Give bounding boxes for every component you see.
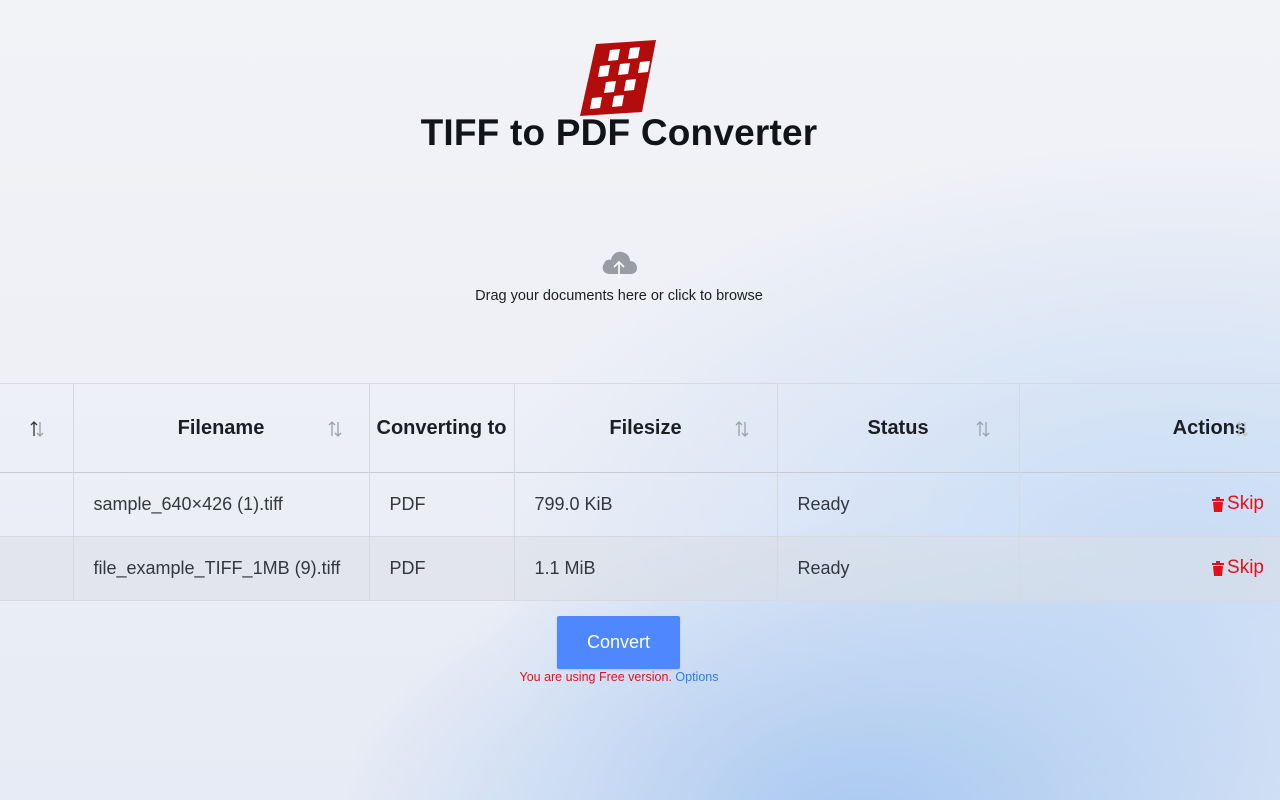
column-header-index[interactable]	[0, 383, 74, 473]
skip-label: Skip	[1227, 557, 1264, 578]
table-row: file_example_TIFF_1MB (9).tiff PDF 1.1 M…	[0, 536, 1280, 601]
filesize-cell: 1.1 MiB	[514, 536, 778, 601]
sort-icon[interactable]	[734, 420, 750, 438]
status-cell: Ready	[777, 536, 1020, 601]
column-header-converting-to: Converting to	[369, 383, 515, 473]
column-header-filename[interactable]: Filename	[73, 383, 370, 473]
notice-text: You are using Free version.	[519, 670, 676, 684]
skip-button[interactable]: Skip	[1212, 493, 1264, 515]
format-cell: PDF	[369, 536, 515, 601]
table-header-row: Filename Converting to Filesize Status A…	[0, 383, 1280, 473]
row-index-cell	[0, 536, 74, 601]
page-title: TIFF to PDF Converter	[420, 112, 818, 153]
actions-cell: Skip	[1019, 473, 1280, 537]
free-version-notice: You are using Free version. Options	[0, 670, 1238, 684]
sort-icon[interactable]	[327, 420, 343, 438]
sort-icon[interactable]	[29, 420, 45, 438]
table-row: sample_640×426 (1).tiff PDF 799.0 KiB Re…	[0, 472, 1280, 537]
files-table: Filename Converting to Filesize Status A…	[0, 383, 1280, 601]
cloud-upload-icon	[602, 251, 637, 278]
sort-icon[interactable]	[1234, 420, 1250, 438]
column-header-filesize[interactable]: Filesize	[514, 383, 778, 473]
app-logo-icon	[580, 40, 656, 116]
skip-label: Skip	[1227, 493, 1264, 514]
trash-icon	[1212, 496, 1225, 512]
format-cell: PDF	[369, 472, 515, 537]
filename-cell: sample_640×426 (1).tiff	[73, 472, 370, 537]
actions-cell: Skip	[1019, 537, 1280, 601]
sort-icon[interactable]	[975, 420, 991, 438]
filesize-cell: 799.0 KiB	[514, 472, 778, 537]
row-index-cell	[0, 472, 74, 537]
options-link[interactable]: Options	[675, 670, 718, 684]
skip-button[interactable]: Skip	[1212, 557, 1264, 579]
column-header-status[interactable]: Status	[777, 383, 1020, 473]
filename-cell: file_example_TIFF_1MB (9).tiff	[73, 536, 370, 601]
convert-button[interactable]: Convert	[557, 616, 680, 669]
file-dropzone[interactable]: Drag your documents here or click to bro…	[440, 240, 798, 320]
status-cell: Ready	[777, 472, 1020, 537]
column-header-actions[interactable]: Actions	[1019, 384, 1280, 473]
trash-icon	[1212, 560, 1225, 576]
dropzone-hint: Drag your documents here or click to bro…	[475, 288, 763, 304]
